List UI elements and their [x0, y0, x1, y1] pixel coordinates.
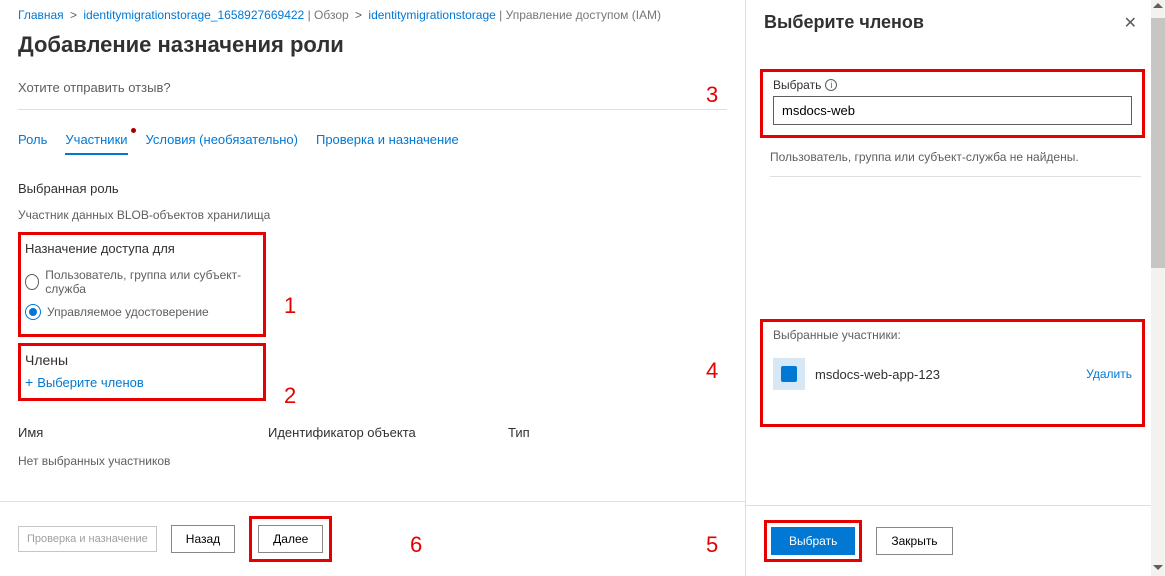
search-input[interactable] — [773, 96, 1132, 125]
callout-2: 2 — [284, 383, 296, 409]
delete-member-link[interactable]: Удалить — [1086, 367, 1132, 381]
members-table-header: Имя Идентификатор объекта Тип — [18, 425, 745, 444]
scroll-up-icon — [1153, 3, 1163, 8]
breadcrumb: Главная > identitymigrationstorage_16589… — [18, 0, 745, 28]
bottom-bar: Проверка и назначение Назад Далее — [0, 501, 745, 576]
callout-5: 5 — [706, 532, 718, 558]
feedback-link[interactable]: Хотите отправить отзыв? — [18, 74, 727, 110]
no-participants-message: Нет выбранных участников — [18, 454, 745, 476]
breadcrumb-storage[interactable]: identitymigrationstorage_1658927669422 — [83, 8, 304, 22]
breadcrumb-iam[interactable]: Управление доступом (IAM) — [506, 8, 661, 22]
close-button[interactable]: Закрыть — [876, 527, 952, 555]
page-title: Добавление назначения роли — [18, 32, 745, 58]
select-members-panel: Выберите членов ✕ Выбрать i Пользователь… — [745, 0, 1165, 576]
select-button[interactable]: Выбрать — [771, 527, 855, 555]
col-id: Идентификатор объекта — [268, 425, 508, 440]
breadcrumb-storage2[interactable]: identitymigrationstorage — [368, 8, 495, 22]
callout-1: 1 — [284, 293, 296, 319]
assign-access-section: Назначение доступа для Пользователь, гру… — [18, 232, 266, 337]
col-name: Имя — [18, 425, 268, 440]
panel-bottom-bar: Выбрать Закрыть — [746, 505, 1152, 576]
tab-role[interactable]: Роль — [18, 132, 47, 155]
callout-3: 3 — [706, 82, 718, 108]
tab-members[interactable]: Участники — [65, 132, 127, 155]
select-members-link[interactable]: + Выберите членов — [25, 374, 253, 390]
scrollbar[interactable] — [1151, 0, 1165, 576]
divider — [770, 176, 1141, 177]
callout-6: 6 — [410, 532, 422, 558]
selected-role-value: Участник данных BLOB-объектов хранилища — [18, 208, 745, 222]
not-found-message: Пользователь, группа или субъект-служба … — [770, 150, 1141, 164]
selected-role-label: Выбранная роль — [18, 181, 745, 196]
selected-members-label: Выбранные участники: — [773, 328, 1132, 342]
main-panel: Главная > identitymigrationstorage_16589… — [0, 0, 745, 576]
radio-user-group[interactable]: Пользователь, группа или субъект-служба — [25, 264, 253, 300]
member-name: msdocs-web-app-123 — [815, 367, 1076, 382]
selected-member-row: msdocs-web-app-123 Удалить — [773, 358, 1132, 390]
members-section: Члены + Выберите членов — [18, 343, 266, 401]
scroll-thumb[interactable] — [1151, 18, 1165, 268]
search-label: Выбрать i — [773, 78, 1132, 92]
col-type: Тип — [508, 425, 658, 440]
scroll-down-icon — [1153, 565, 1163, 570]
breadcrumb-home[interactable]: Главная — [18, 8, 64, 22]
next-button-highlight: Далее — [249, 516, 332, 562]
close-icon[interactable]: ✕ — [1124, 13, 1137, 33]
tab-review[interactable]: Проверка и назначение — [316, 132, 459, 155]
selected-members-section: Выбранные участники: msdocs-web-app-123 … — [760, 319, 1145, 427]
panel-title: Выберите членов — [764, 12, 924, 33]
radio-icon — [25, 274, 39, 290]
next-button[interactable]: Далее — [258, 525, 323, 553]
breadcrumb-overview[interactable]: Обзор — [314, 8, 349, 22]
back-button[interactable]: Назад — [171, 525, 235, 553]
tab-conditions[interactable]: Условия (необязательно) — [146, 132, 298, 155]
plus-icon: + — [25, 374, 33, 390]
tabs: Роль Участники Условия (необязательно) П… — [18, 132, 745, 155]
select-button-highlight: Выбрать — [764, 520, 862, 562]
members-title: Члены — [25, 352, 253, 368]
panel-header: Выберите членов ✕ — [746, 0, 1165, 43]
review-assign-button: Проверка и назначение — [18, 526, 157, 552]
app-icon — [773, 358, 805, 390]
search-section: Выбрать i — [760, 69, 1145, 138]
radio-selected-icon — [25, 304, 41, 320]
required-dot-icon — [131, 128, 136, 133]
assign-access-title: Назначение доступа для — [25, 241, 253, 256]
callout-4: 4 — [706, 358, 718, 384]
info-icon[interactable]: i — [825, 79, 837, 91]
radio-managed-identity[interactable]: Управляемое удостоверение — [25, 300, 253, 324]
